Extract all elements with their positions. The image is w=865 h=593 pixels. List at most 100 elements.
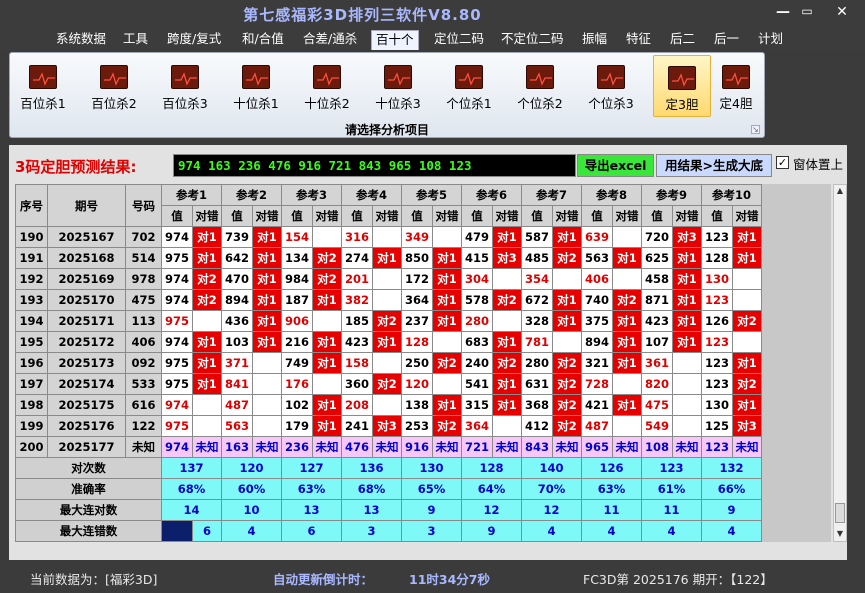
scroll-up-icon[interactable]: ▲ bbox=[834, 186, 846, 195]
ref-hit: 未知 bbox=[372, 436, 402, 458]
ref-value: 120 bbox=[401, 373, 433, 395]
ref-value: 361 bbox=[641, 352, 673, 374]
menu-item-4[interactable]: 合差/通杀 bbox=[299, 30, 361, 50]
table-row[interactable]: 193 2025170 475 974 对2 894 对1 187 对1 382 364 对1 578 对… bbox=[15, 289, 762, 311]
table-row[interactable]: 195 2025172 406 974 对1 103 对1 216 对1 423 对1 128 683 对… bbox=[15, 331, 762, 353]
ref-hit: 对1 bbox=[192, 331, 222, 353]
ribbon-button-4[interactable]: 十位杀2 bbox=[298, 55, 356, 117]
ref-value: 321 bbox=[581, 352, 613, 374]
ribbon-expand-icon[interactable]: ↘ bbox=[751, 125, 760, 134]
ref-value: 123 bbox=[701, 352, 733, 374]
ref-value: 485 bbox=[521, 247, 553, 269]
ref-value: 241 bbox=[341, 415, 373, 437]
ribbon-button-10[interactable]: 定4胆 bbox=[711, 55, 761, 117]
ribbon-button-3[interactable]: 十位杀1 bbox=[227, 55, 285, 117]
header-hit: 对错 bbox=[252, 205, 282, 227]
ref-value: 421 bbox=[581, 394, 613, 416]
ref-value: 820 bbox=[641, 373, 673, 395]
minimize-button[interactable]: — bbox=[773, 4, 793, 20]
table-row[interactable]: 196 2025173 092 975 对1 371 749 对1 158 250 对2 240 对2 2… bbox=[15, 352, 762, 374]
ref-value: 375 bbox=[581, 310, 613, 332]
ribbon-button-0[interactable]: 百位杀1 bbox=[14, 55, 72, 117]
ref-value: 163 bbox=[221, 436, 253, 458]
ref-value: 549 bbox=[641, 415, 673, 437]
summary-value: 66% bbox=[701, 478, 762, 500]
table-row[interactable]: 190 2025167 702 974 对1 739 对1 154 316 349 479 对1 587… bbox=[15, 226, 762, 248]
ref-value: 458 bbox=[641, 268, 673, 290]
ribbon-button-9[interactable]: 定3胆 bbox=[653, 55, 711, 117]
summary-value: 9 bbox=[401, 499, 462, 521]
ribbon-button-8[interactable]: 个位杀3 bbox=[582, 55, 640, 117]
ref-value: 123 bbox=[701, 331, 733, 353]
menu-item-1[interactable]: 工具 bbox=[119, 30, 152, 50]
ref-value: 364 bbox=[461, 415, 493, 437]
summary-row: 最大连错数 6 4 6 3 3 9 4 4 4 4 bbox=[15, 520, 762, 542]
generate-base-button[interactable]: 用结果>生成大底 bbox=[656, 154, 772, 177]
summary-value: 9 bbox=[701, 499, 762, 521]
menu-item-6[interactable]: 定位二码 bbox=[430, 30, 488, 50]
summary-value: 12 bbox=[461, 499, 522, 521]
ribbon-button-5[interactable]: 十位杀3 bbox=[369, 55, 427, 117]
chart-icon bbox=[171, 65, 199, 89]
ribbon-button-6[interactable]: 个位杀1 bbox=[440, 55, 498, 117]
menu-item-5[interactable]: 百十个 bbox=[371, 30, 419, 50]
ref-hit: 对1 bbox=[252, 310, 282, 332]
maximize-button[interactable]: ▭ bbox=[797, 4, 817, 18]
menu-item-0[interactable]: 系统数据 bbox=[52, 30, 110, 50]
row-seq: 198 bbox=[15, 394, 48, 416]
data-grid: 序号 期号 号码 参考1 参考2 参考3 参考4 参考5 参考6 参考7 参考8 参考9 参考10 值对错… bbox=[15, 184, 831, 542]
table-row[interactable]: 191 2025168 514 975 对1 642 对1 134 对2 274 对1 850 对1 41… bbox=[15, 247, 762, 269]
prediction-result-field[interactable]: 974 163 236 476 916 721 843 965 108 123 bbox=[173, 154, 576, 177]
window-on-top-checkbox[interactable]: ✓ bbox=[776, 156, 789, 169]
ref-hit: 对1 bbox=[252, 331, 282, 353]
scroll-down-icon[interactable]: ▼ bbox=[834, 529, 846, 538]
menu-item-11[interactable]: 后一 bbox=[710, 30, 743, 50]
menu-item-10[interactable]: 后二 bbox=[666, 30, 699, 50]
table-row[interactable]: 200 2025177 未知 974 未知 163 未知 236 未知 476 未知 916 未知 721… bbox=[15, 436, 762, 458]
ref-value: 123 bbox=[701, 373, 733, 395]
table-row[interactable]: 198 2025175 616 974 487 102 对1 208 138 对1 315 对1 368… bbox=[15, 394, 762, 416]
menu-item-9[interactable]: 特征 bbox=[622, 30, 655, 50]
ref-hit: 对1 bbox=[252, 268, 282, 290]
ribbon-button-2[interactable]: 百位杀3 bbox=[156, 55, 214, 117]
menu-item-7[interactable]: 不定位二码 bbox=[497, 30, 568, 50]
ribbon-button-label: 百位杀2 bbox=[91, 96, 137, 111]
ref-value: 126 bbox=[701, 310, 733, 332]
vertical-scrollbar[interactable]: ▲ ▼ bbox=[833, 184, 847, 542]
ref-hit: 对1 bbox=[732, 394, 762, 416]
scroll-thumb[interactable] bbox=[835, 503, 845, 523]
ribbon-button-7[interactable]: 个位杀2 bbox=[511, 55, 569, 117]
menu-item-3[interactable]: 和/合值 bbox=[238, 30, 288, 50]
menu-item-2[interactable]: 跨度/复式 bbox=[163, 30, 225, 50]
ribbon-button-1[interactable]: 百位杀2 bbox=[85, 55, 143, 117]
header-value: 值 bbox=[221, 205, 253, 227]
ref-hit: 对2 bbox=[372, 373, 402, 395]
ref-hit: 未知 bbox=[192, 436, 222, 458]
menu-item-8[interactable]: 振幅 bbox=[578, 30, 611, 50]
table-row[interactable]: 192 2025169 978 974 对2 470 对1 984 对2 201 172 对1 304 3… bbox=[15, 268, 762, 290]
header-ref-3: 参考3 bbox=[281, 184, 342, 206]
summary-value: 128 bbox=[461, 457, 522, 479]
ref-value: 158 bbox=[341, 352, 373, 374]
summary-value: 4 bbox=[521, 520, 582, 542]
table-row[interactable]: 199 2025176 122 975 563 179 对1 241 对3 253 对2 364 412… bbox=[15, 415, 762, 437]
menu-item-12[interactable]: 计划 bbox=[754, 30, 787, 50]
summary-value: 12 bbox=[521, 499, 582, 521]
table-row[interactable]: 194 2025171 113 975 436 对1 906 185 对2 237 对1 280 328… bbox=[15, 310, 762, 332]
ref-hit: 对3 bbox=[672, 226, 702, 248]
summary-label: 对次数 bbox=[15, 457, 162, 479]
close-button[interactable]: ✕ bbox=[832, 4, 852, 20]
ref-hit: 对2 bbox=[552, 415, 582, 437]
ref-hit: 对1 bbox=[312, 352, 342, 374]
export-excel-button[interactable]: 导出excel bbox=[577, 154, 654, 177]
table-row[interactable]: 197 2025174 533 975 对1 841 176 360 对2 120 541 对1 631… bbox=[15, 373, 762, 395]
results-table: 序号 期号 号码 参考1 参考2 参考3 参考4 参考5 参考6 参考7 参考8 参考9 参考10 值对错… bbox=[15, 184, 762, 542]
ribbon-button-label: 十位杀2 bbox=[304, 96, 350, 111]
header-value: 值 bbox=[701, 205, 733, 227]
ref-hit: 未知 bbox=[612, 436, 642, 458]
ref-value: 280 bbox=[521, 352, 553, 374]
header-ref-10: 参考10 bbox=[701, 184, 762, 206]
summary-value: 4 bbox=[221, 520, 282, 542]
ribbon-button-label: 定4胆 bbox=[719, 96, 753, 111]
ref-value: 185 bbox=[341, 310, 373, 332]
